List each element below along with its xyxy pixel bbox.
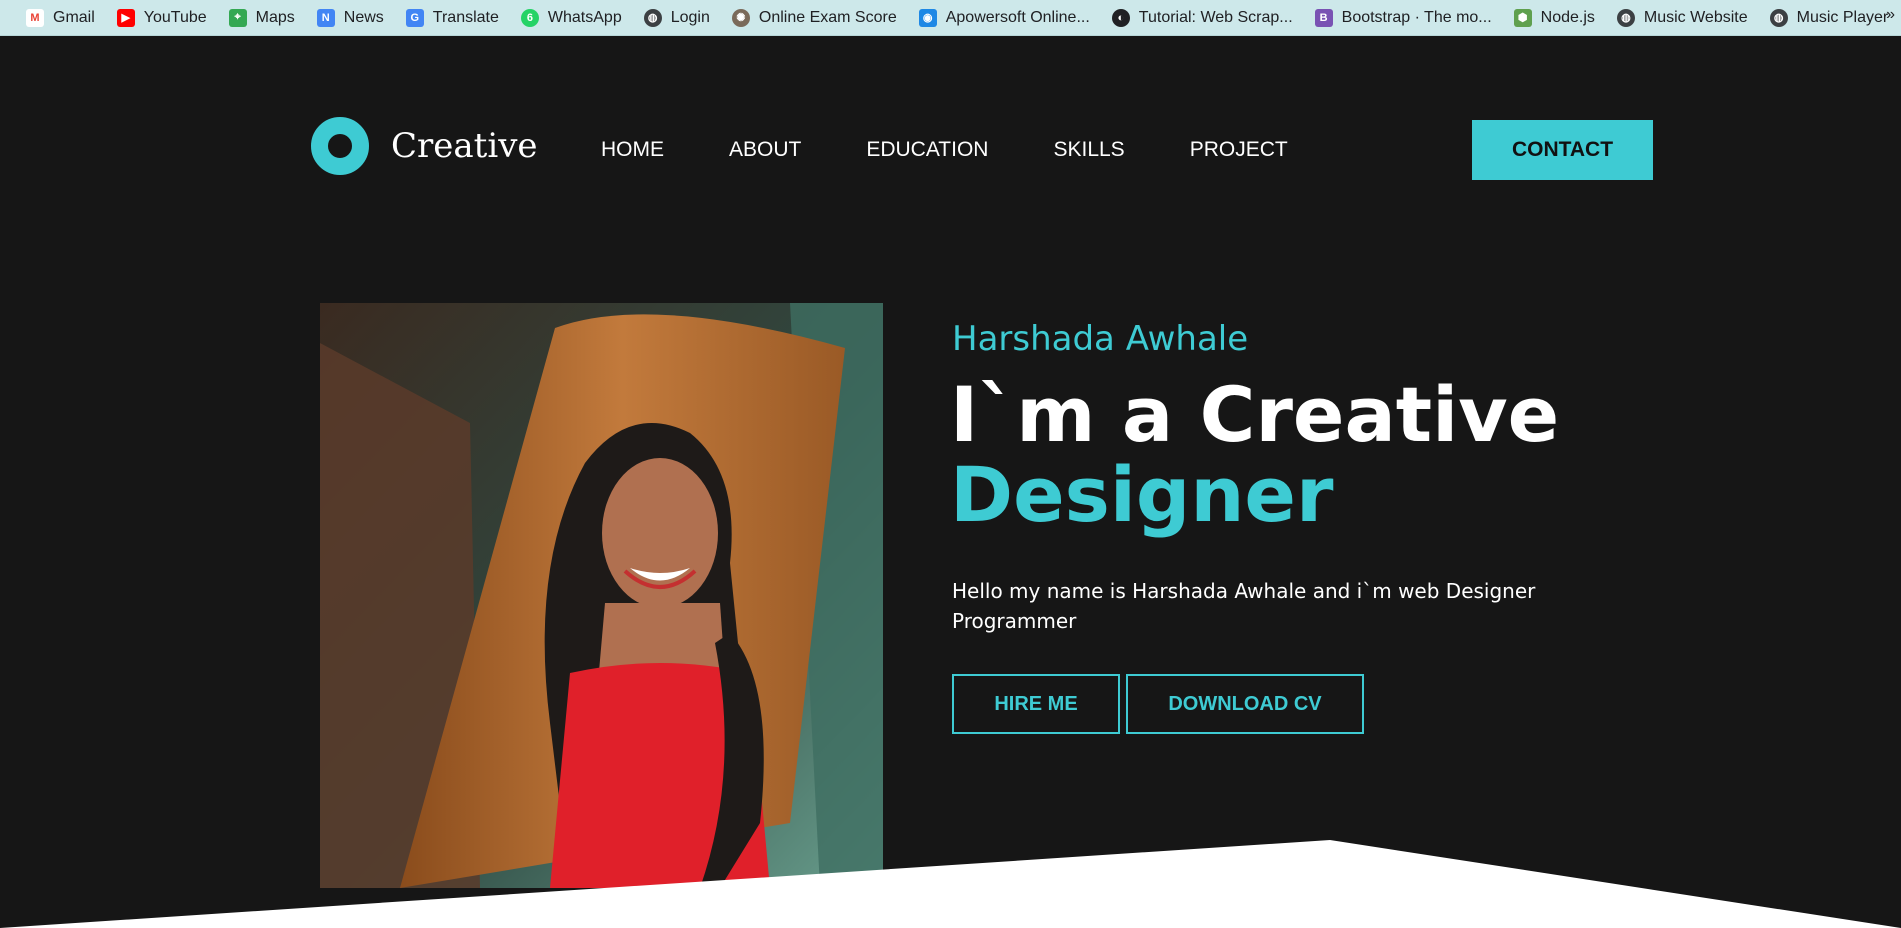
bookmark-label: Gmail [53,8,95,26]
bookmark-music-website[interactable]: ◍ Music Website [1609,4,1756,32]
bookmark-news[interactable]: N News [309,4,392,32]
bookmark-label: News [343,8,384,26]
bookmark-bootstrap[interactable]: B Bootstrap · The mo... [1307,4,1500,32]
gmail-icon: M [26,8,44,27]
bookmarks-overflow-button[interactable]: » [1886,6,1895,24]
logo-text: Creative [391,126,538,166]
bookmark-label: Maps [255,8,295,26]
bookmark-music-player[interactable]: ◍ Music Player [1762,4,1897,32]
bookmark-label: Translate [432,8,499,26]
bookmark-online-exam-score[interactable]: ✺ Online Exam Score [724,4,905,32]
nav-about[interactable]: ABOUT [729,138,801,162]
tutorial-icon: ◐ [1111,8,1130,27]
bookmark-maps[interactable]: ⌖ Maps [221,4,303,32]
nav-project[interactable]: PROJECT [1190,138,1288,162]
bookmark-label: Apowersoft Online... [945,8,1090,26]
logo[interactable]: Creative [311,117,538,175]
contact-button[interactable]: CONTACT [1472,120,1653,180]
bookmark-label: Login [670,8,710,26]
exam-icon: ✺ [731,8,750,27]
bookmark-label: Bootstrap · The mo... [1341,8,1492,26]
hero-description: Hello my name is Harshada Awhale and i`m… [952,579,1536,633]
hero-title-line2: Designer [950,450,1334,539]
nodejs-icon: ⬢ [1513,8,1532,27]
youtube-icon: ▶ [116,8,135,27]
bookmark-label: Tutorial: Web Scrap... [1138,8,1293,26]
news-icon: N [316,8,335,27]
bookmark-translate[interactable]: G Translate [398,4,507,32]
bookmark-tutorial[interactable]: ◐ Tutorial: Web Scrap... [1104,4,1301,32]
section-divider-shape [0,840,1901,928]
bookmark-youtube[interactable]: ▶ YouTube [109,4,215,32]
bookmarks-bar: M Gmail ▶ YouTube ⌖ Maps N News G Transl… [0,0,1901,36]
nav-skills[interactable]: SKILLS [1053,138,1124,162]
bookmark-label: Music Website [1643,8,1748,26]
bookmark-label: Online Exam Score [758,8,897,26]
logo-ring-icon [311,117,369,175]
globe-icon: ◍ [1616,8,1635,27]
bookmark-label: WhatsApp [547,8,622,26]
maps-icon: ⌖ [228,8,247,27]
whatsapp-icon: 6 [520,8,539,27]
main-nav: HOME ABOUT EDUCATION SKILLS PROJECT [601,138,1353,162]
bookmark-label: Node.js [1540,8,1595,26]
apowersoft-icon: ◉ [918,8,937,27]
profile-photo [320,303,883,888]
hero-title-line1: I`m a Creative [950,370,1560,459]
bookmark-gmail[interactable]: M Gmail [18,4,103,32]
nav-education[interactable]: EDUCATION [866,138,988,162]
globe-icon: ◍ [1769,8,1788,27]
hero-name: Harshada Awhale [952,319,1249,359]
bookmark-login[interactable]: ◍ Login [636,4,718,32]
download-cv-button[interactable]: DOWNLOAD CV [1126,674,1364,734]
globe-icon: ◍ [643,8,662,27]
bookmark-label: Music Player [1796,8,1889,26]
bookmark-nodejs[interactable]: ⬢ Node.js [1506,4,1603,32]
bookmark-apowersoft[interactable]: ◉ Apowersoft Online... [911,4,1098,32]
bookmark-whatsapp[interactable]: 6 WhatsApp [513,4,630,32]
hire-me-button[interactable]: HIRE ME [952,674,1120,734]
profile-photo-illustration [320,303,883,888]
nav-home[interactable]: HOME [601,138,664,162]
bootstrap-icon: B [1314,8,1333,27]
bookmark-label: YouTube [143,8,207,26]
translate-icon: G [405,8,424,27]
